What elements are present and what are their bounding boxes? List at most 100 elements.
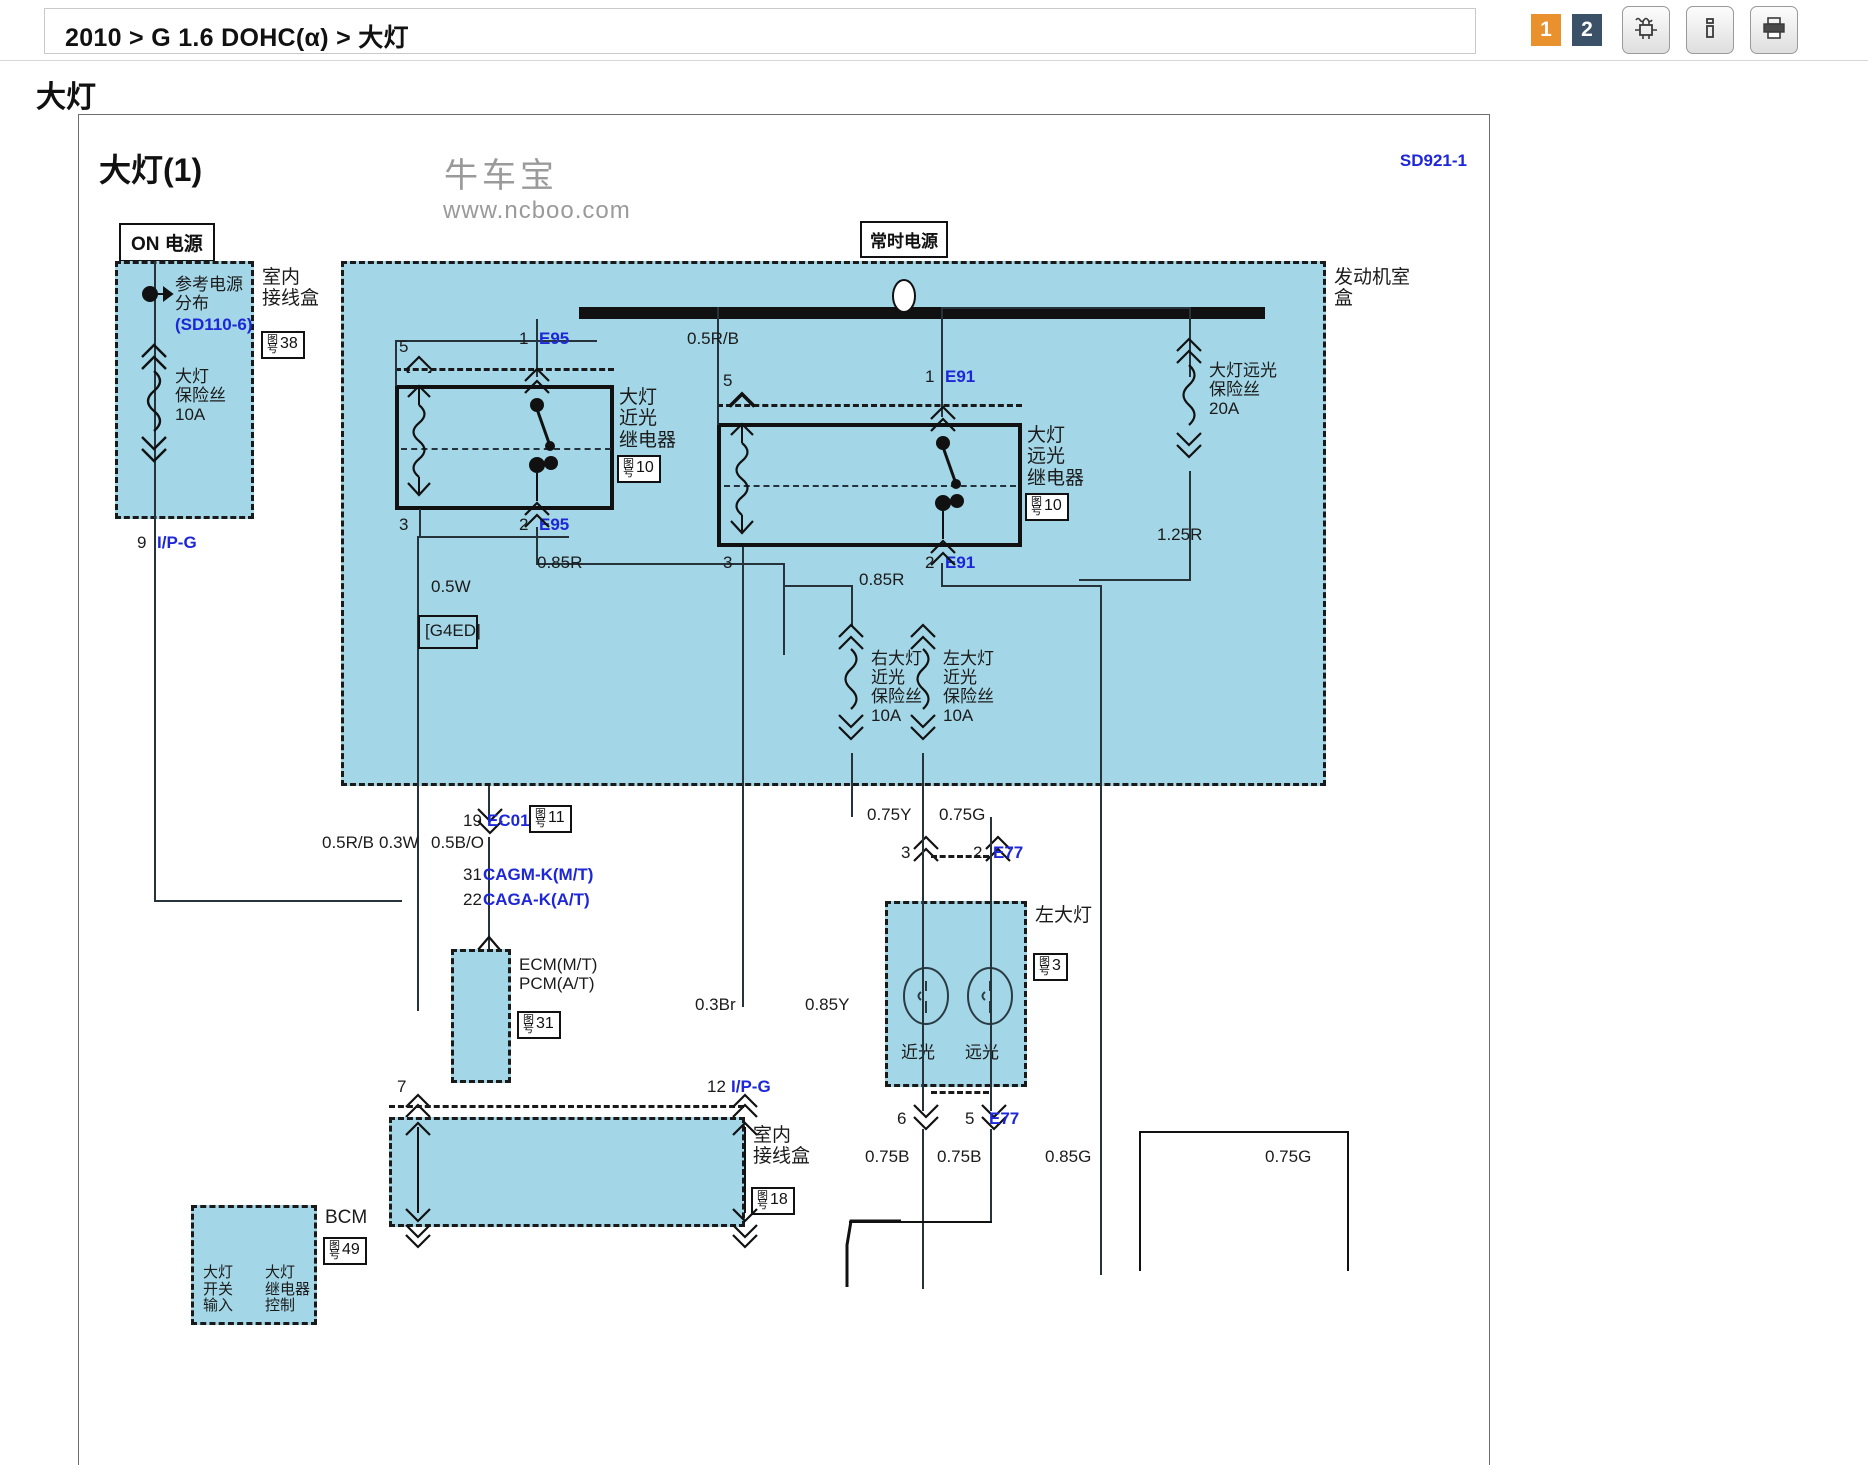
wire-label-05rb-bus: 0.5R/B [687,329,739,348]
high-beam-label: 远光 [965,1043,999,1062]
wire-label-125r: 1.25R [1157,525,1203,544]
figure-tag-3-prefix: 图号 [1039,956,1050,978]
relay1-pin2-connector-icon [524,501,550,528]
indoor-junction-box-top-label: 室内 接线盒 [262,267,320,310]
ecm-box [451,949,511,1083]
circuit-view-icon [1631,13,1661,48]
connector-pin-9: 9 [137,533,147,552]
watermark-text: 牛车宝 [444,157,558,195]
connector-code-e77-bottom: E77 [989,1109,1020,1128]
figure-tag-number: 38 [280,335,298,353]
relay2-figure-tag: 图号 10 [1025,493,1069,521]
page-tab-1[interactable]: 1 [1531,14,1561,46]
wire-label-085g: 0.85G [1045,1147,1092,1166]
wire-label-05w: 0.5W [431,577,471,596]
relay2-pin-3: 3 [723,553,733,572]
reference-power-label: 参考电源 分布 [175,275,243,314]
fuse-label-high-beam-20a: 大灯远光 保险丝 20A [1209,361,1277,419]
info-button[interactable] [1686,6,1734,54]
bcm-box-label: BCM [325,1207,368,1228]
connector-pin-3-headlamp: 3 [901,843,911,862]
wire-label-075g-bottom: 0.75G [1265,1147,1312,1166]
relay1-figure-tag: 图号 10 [617,455,661,483]
connector-code-ec01: EC01 [487,811,530,830]
relay2-pin2-connector-icon [930,539,956,566]
low-beam-bulb-icon [903,967,949,1025]
relay1-pin5-connector-icon [406,355,432,373]
relay1-contacts-icon [529,398,558,501]
power-bus [579,307,1265,319]
top-toolbar: 2010 > G 1.6 DOHC(α) > 大灯 1 2 [0,0,1868,61]
relay2-figure-tag-prefix: 图号 [1031,496,1042,518]
fuse-label-left-headlamp: 左大灯 近光 保险丝 10A [943,649,994,726]
left-headlamp-label: 左大灯 [1035,905,1093,926]
figure-tag-11: 图号 11 [529,805,572,833]
wire-label-075g: 0.75G [939,805,986,824]
bcm-right-text: 大灯 继电器 控制 [265,1264,311,1314]
ecm-box-label: ECM(M/T) PCM(A/T) [519,955,598,994]
connector-pin-31: 31 [463,865,482,884]
figure-tag-49: 图号 49 [323,1237,367,1265]
figure-tag-49-prefix: 图号 [329,1240,340,1262]
connector-pin-22: 22 [463,890,482,909]
fuse-label-headlamp-10a: 大灯 保险丝 10A [175,367,226,425]
sheet-code: SD921-1 [1399,151,1467,170]
wire-label-085r-left: 0.85R [537,553,583,572]
wire-label-075y: 0.75Y [867,805,912,824]
left-headlamp-fuse-symbol [910,623,936,741]
figure-tag-3-number: 3 [1052,957,1061,975]
relay2-connector-e91-top: E91 [945,367,976,386]
relay1-pin-1: 1 [519,329,529,348]
relay2-figure-tag-number: 10 [1044,497,1062,515]
connector-code-ipg-9: I/P-G [157,533,197,552]
connector-pin-5: 5 [965,1109,975,1128]
figure-tag-11-number: 11 [548,809,565,827]
connector-pin-12: 12 [707,1077,726,1096]
g4ed-label: [G4ED] [425,621,481,640]
relay1-figure-tag-number: 10 [636,459,654,477]
connector-code-cagm-k: CAGM-K(M/T) [483,865,594,884]
power-source-node-icon [892,279,916,313]
relay2-contacts-icon [935,436,964,539]
figure-tag-3: 图号3 [1033,953,1068,981]
watermark-url: www.ncboo.com [443,197,631,224]
wire-label-075b-1: 0.75B [865,1147,910,1166]
engine-room-box-label: 发动机室 盒 [1334,267,1411,310]
headlamp-pin6-connector-icon [913,1104,939,1131]
headlamp-pin3-connector-icon [913,835,939,862]
low-beam-label: 近光 [901,1043,935,1062]
relay2-pin-1: 1 [925,367,935,386]
breadcrumb: 2010 > G 1.6 DOHC(α) > 大灯 [65,24,409,52]
diagram-title: 大灯(1) [99,152,203,188]
circuit-view-button[interactable] [1622,6,1670,54]
relay2-coil-icon [730,422,754,535]
pin12-connector-icon [732,1093,758,1118]
wiring-diagram-frame: 大灯(1) SD921-1 牛车宝 www.ncboo.com ON 电源 常时… [78,114,1490,1465]
figure-tag-18-number: 18 [770,1191,788,1209]
relay1-coil-icon [407,384,431,497]
connector-pin-6: 6 [897,1109,907,1128]
indoor-junction-box-bottom [389,1117,745,1227]
connector-code-e77-top: E77 [993,843,1024,862]
relay1-figure-tag-prefix: 图号 [623,458,634,480]
constant-power-label: 常时电源 [860,221,948,258]
wire-label-03br: 0.3Br [695,995,736,1014]
page-title: 大灯 [36,81,96,114]
relay1-connector-e95-top: E95 [539,329,570,348]
figure-tag-31-prefix: 图号 [523,1014,534,1036]
relay1-pin-3: 3 [399,515,409,534]
bcm-left-text: 大灯 开关 输入 [203,1264,234,1314]
figure-tag-31: 图号 31 [517,1011,561,1039]
breadcrumb-container: 2010 > G 1.6 DOHC(α) > 大灯 [44,8,1476,54]
wire-label-085r-right: 0.85R [859,570,905,589]
figure-tag-prefix: 图号 [267,334,278,356]
bottom-right-box [1139,1131,1349,1271]
junction-bus-right-icon [732,1121,758,1223]
print-icon [1759,13,1789,48]
page-tab-2[interactable]: 2 [1572,14,1602,46]
print-button[interactable] [1750,6,1798,54]
figure-tag-11-prefix: 图号 [535,808,546,830]
high-beam-fuse-symbol [1176,337,1202,459]
wire-label-05bo: 0.5B/O [431,833,484,852]
headlamp-fuse-symbol [141,343,167,463]
